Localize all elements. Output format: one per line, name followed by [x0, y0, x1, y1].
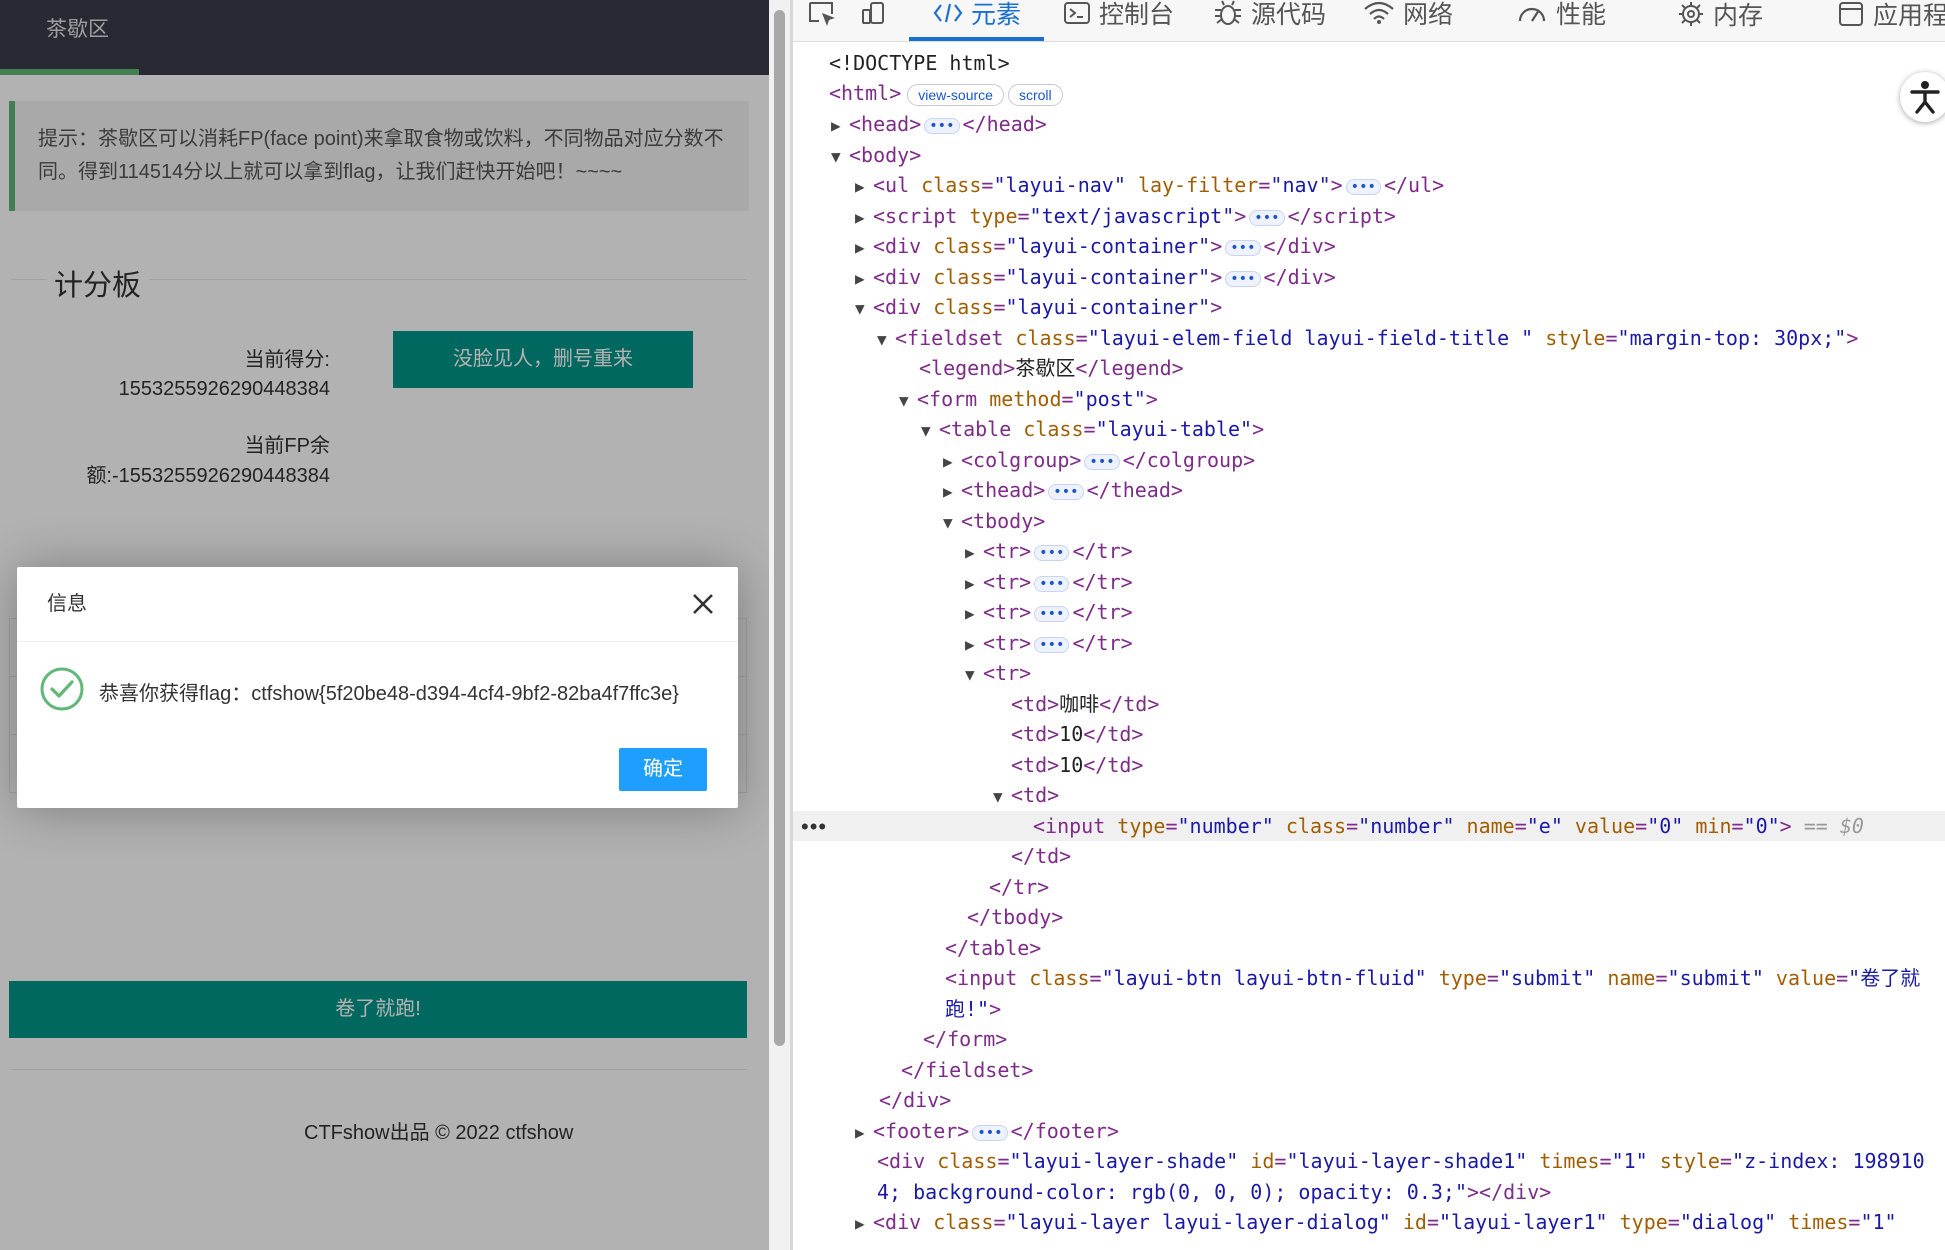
- dom-table-close[interactable]: </table>: [793, 933, 1041, 963]
- success-check-icon: [40, 667, 84, 711]
- tab-sources-label: 源代码: [1251, 1, 1327, 30]
- dom-tr-1[interactable]: ▶ <tr> ••• </tr>: [793, 536, 1133, 566]
- dom-legend[interactable]: <legend>茶歇区</legend>: [793, 353, 1184, 383]
- dom-head[interactable]: ▶ <head> ••• </head>: [793, 109, 1047, 139]
- inspect-icon[interactable]: [807, 0, 839, 30]
- dialog-message: 恭喜你获得flag：ctfshow{5f20be48-d394-4cf4-9bf…: [99, 683, 679, 705]
- active-tab-underline: [909, 37, 1044, 41]
- dom-tbody-close[interactable]: </tbody>: [793, 902, 1063, 932]
- dom-tr-2[interactable]: ▶ <tr> ••• </tr>: [793, 567, 1133, 597]
- dom-fieldset[interactable]: ▼ <fieldset class="layui-elem-field layui…: [793, 323, 1858, 353]
- dom-td-name[interactable]: <td>咖啡</td>: [793, 689, 1159, 719]
- close-icon[interactable]: [690, 591, 716, 617]
- dom-td-col3[interactable]: <td>10</td>: [793, 750, 1143, 780]
- bug-icon: [1213, 0, 1243, 33]
- dom-fieldset-close[interactable]: </fieldset>: [793, 1055, 1033, 1085]
- dom-form-close[interactable]: </form>: [793, 1024, 1007, 1054]
- tab-performance-label: 性能: [1556, 1, 1607, 29]
- dom-td-input-parent[interactable]: ▼ <td>: [793, 780, 1059, 810]
- selected-marker: == $0: [1803, 814, 1864, 838]
- info-dialog: 信息 恭喜你获得flag：ctfshow{5f20be48-d394-4cf4-…: [17, 567, 738, 808]
- dom-input-selected[interactable]: <input type="number" class="number" name…: [793, 811, 1945, 841]
- application-icon: [1837, 0, 1865, 35]
- tab-network[interactable]: 网络: [1363, 0, 1453, 42]
- tab-elements[interactable]: 元素: [933, 0, 1021, 42]
- accessibility-icon[interactable]: [1900, 72, 1945, 122]
- scroll-pill[interactable]: scroll: [1007, 83, 1063, 106]
- dom-div-close[interactable]: </div>: [793, 1085, 951, 1115]
- dom-div-container-1[interactable]: ▶ <div class="layui-container"> ••• </div>: [793, 231, 1336, 261]
- dom-script[interactable]: ▶ <script type="text/javascript"> ••• </scr…: [793, 201, 1396, 231]
- tab-application[interactable]: 应用程: [1837, 0, 1945, 42]
- devtools-panel: 元素 控制台 源代码 网络 性能 内存 应用程 <!DOCTYPE html> …: [793, 0, 1945, 1250]
- dom-table[interactable]: ▼ <table class="layui-table">: [793, 414, 1264, 444]
- dom-layer-shade-cont[interactable]: 4; background-color: rgb(0, 0, 0); opaci…: [793, 1177, 1551, 1207]
- wifi-icon: [1363, 1, 1395, 32]
- dom-tr-3[interactable]: ▶ <tr> ••• </tr>: [793, 597, 1133, 627]
- chip-icon: [1677, 0, 1705, 35]
- dom-input-submit-cont[interactable]: 跑!">: [793, 994, 1001, 1024]
- scrollbar-thumb[interactable]: [774, 10, 785, 1046]
- dom-tr-4[interactable]: ▶ <tr> ••• </tr>: [793, 628, 1133, 658]
- dom-html[interactable]: <html> view-source scroll: [793, 78, 1063, 108]
- web-page-viewport: 茶歇区 提示：茶歇区可以消耗FP(face point)来拿取食物或饮料，不同物…: [0, 0, 769, 1250]
- tab-elements-label: 元素: [971, 1, 1022, 29]
- dom-layer-dialog[interactable]: ▶ <div class="layui-layer layui-layer-dia…: [793, 1207, 1897, 1237]
- dialog-title: 信息: [17, 567, 738, 642]
- dom-input-submit[interactable]: <input class="layui-btn layui-btn-fluid"…: [793, 963, 1920, 993]
- dom-body[interactable]: ▼ <body>: [793, 140, 921, 170]
- devtools-toolbar: 元素 控制台 源代码 网络 性能 内存 应用程: [793, 0, 1945, 42]
- tab-sources[interactable]: 源代码: [1213, 0, 1326, 42]
- tab-memory-label: 内存: [1713, 2, 1764, 31]
- dom-tr-close[interactable]: </tr>: [793, 872, 1049, 902]
- tab-console-label: 控制台: [1099, 1, 1175, 29]
- view-source-pill[interactable]: view-source: [907, 83, 1004, 106]
- tab-console[interactable]: 控制台: [1063, 0, 1174, 42]
- tab-performance[interactable]: 性能: [1516, 0, 1606, 42]
- dom-layer-shade[interactable]: <div class="layui-layer-shade" id="layui…: [793, 1146, 1925, 1176]
- dom-thead[interactable]: ▶ <thead> ••• </thead>: [793, 475, 1183, 505]
- dom-colgroup[interactable]: ▶ <colgroup> ••• </colgroup>: [793, 445, 1255, 475]
- dom-form[interactable]: ▼ <form method="post">: [793, 384, 1158, 414]
- speedometer-icon: [1516, 1, 1548, 32]
- dom-tbody[interactable]: ▼ <tbody>: [793, 506, 1045, 536]
- device-toolbar-icon[interactable]: [859, 0, 889, 30]
- tab-application-label: 应用程: [1873, 2, 1945, 31]
- dom-tr-5[interactable]: ▼ <tr>: [793, 658, 1031, 688]
- dom-doctype[interactable]: <!DOCTYPE html>: [793, 48, 1010, 78]
- dom-td-col2[interactable]: <td>10</td>: [793, 719, 1143, 749]
- dom-td-close[interactable]: </td>: [793, 841, 1071, 871]
- dom-footer[interactable]: ▶ <footer> ••• </footer>: [793, 1116, 1119, 1146]
- code-icon: [933, 1, 963, 31]
- console-icon: [1063, 1, 1091, 32]
- dom-div-container-3[interactable]: ▼ <div class="layui-container">: [793, 292, 1222, 322]
- page-scrollbar[interactable]: [769, 0, 790, 1250]
- tab-network-label: 网络: [1403, 1, 1454, 29]
- dialog-ok-button[interactable]: 确定: [619, 748, 707, 791]
- tab-memory[interactable]: 内存: [1677, 0, 1763, 42]
- dom-div-container-2[interactable]: ▶ <div class="layui-container"> ••• </div>: [793, 262, 1336, 292]
- dom-ul-nav[interactable]: ▶ <ul class="layui-nav" lay-filter="nav">…: [793, 170, 1444, 200]
- node-actions-icon[interactable]: •••: [801, 814, 827, 840]
